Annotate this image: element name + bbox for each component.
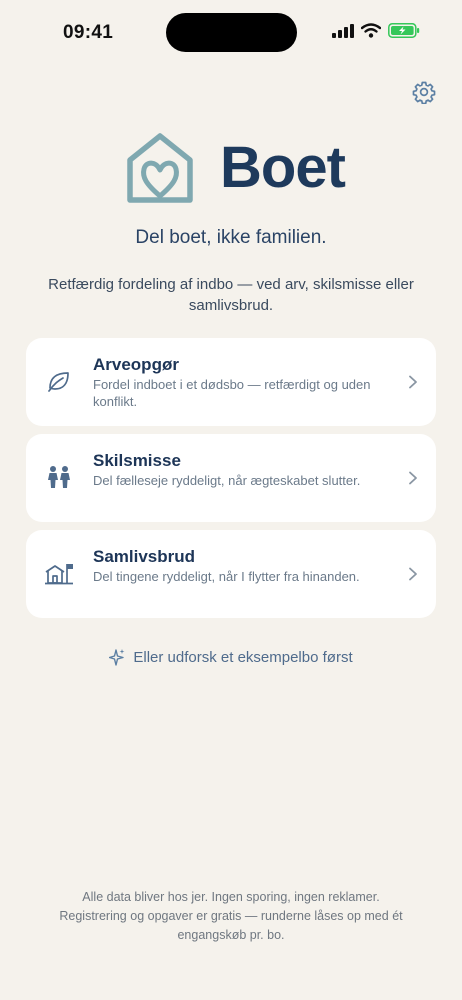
signal-icon xyxy=(332,23,354,38)
leaf-icon xyxy=(48,372,69,392)
card-description: Del fælleseje ryddeligt, når ægteskabet … xyxy=(93,473,361,488)
card-samlivsbrud[interactable]: Samlivsbrud Del tingene ryddeligt, når I… xyxy=(26,530,436,618)
footer-line-pricing: Registrering og opgaver er gratis — rund… xyxy=(59,909,403,942)
chevron-right-icon xyxy=(409,471,417,485)
people-icon xyxy=(48,466,70,488)
card-title: Arveopgør xyxy=(93,355,179,374)
house-flag-icon xyxy=(45,564,73,585)
footer-line-privacy: Alle data bliver hos jer. Ingen sporing,… xyxy=(82,890,380,904)
dynamic-island xyxy=(166,13,297,52)
card-description: Del tingene ryddeligt, når I flytter fra… xyxy=(93,569,360,584)
wifi-icon xyxy=(361,23,381,38)
card-skilsmisse[interactable]: Skilsmisse Del fælleseje ryddeligt, når … xyxy=(26,434,436,522)
status-icons xyxy=(332,23,420,38)
settings-button[interactable] xyxy=(412,80,436,105)
privacy-footer: Alle data bliver hos jer. Ingen sporing,… xyxy=(30,888,432,945)
card-arveopgor[interactable]: Arveopgør Fordel indboet i et dødsbo — r… xyxy=(26,338,436,426)
subtitle: Retfærdig fordeling af indbo — ved arv, … xyxy=(48,276,414,314)
card-description: Fordel indboet i et dødsbo — retfærdigt … xyxy=(93,377,371,409)
card-title: Samlivsbrud xyxy=(93,547,196,566)
house-heart-icon xyxy=(127,133,193,203)
chevron-right-icon xyxy=(409,375,417,389)
gear-icon xyxy=(412,81,436,105)
sparkle-icon xyxy=(109,649,125,666)
app-name: Boet xyxy=(220,135,346,200)
card-title: Skilsmisse xyxy=(93,451,181,470)
explore-link-label: Eller udforsk et eksempelbo først xyxy=(133,648,353,666)
chevron-right-icon xyxy=(409,567,417,581)
battery-icon xyxy=(388,23,420,38)
explore-example-link[interactable]: Eller udforsk et eksempelbo først xyxy=(0,648,462,666)
tagline: Del boet, ikke familien. xyxy=(135,227,327,248)
app-logo: Boet xyxy=(124,130,346,206)
status-time: 09:41 xyxy=(63,22,114,43)
status-bar: 09:41 xyxy=(0,0,462,64)
